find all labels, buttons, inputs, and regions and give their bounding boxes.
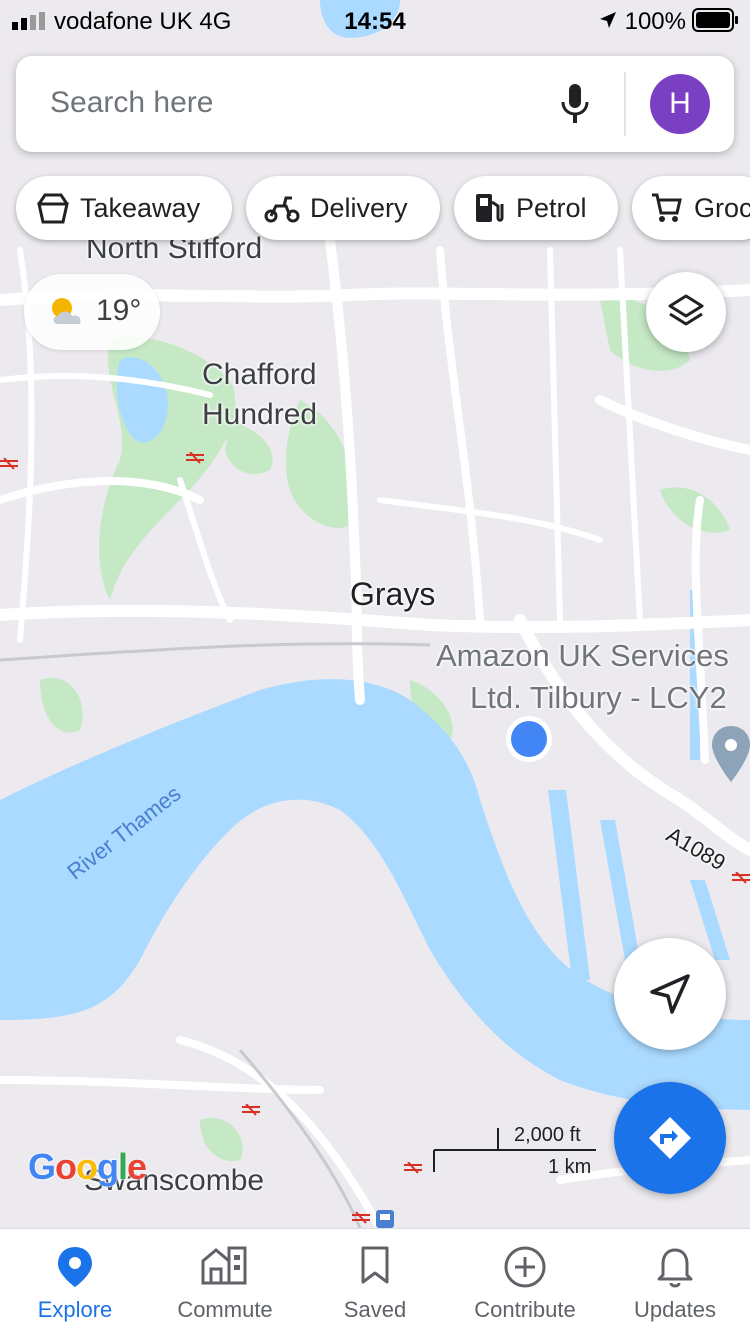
map-scale: 2,000 ft 1 km <box>432 1124 602 1178</box>
nav-commute[interactable]: Commute <box>150 1229 300 1334</box>
battery-icon <box>692 8 738 32</box>
map-label-chafford-line2[interactable]: Hundred <box>202 398 317 432</box>
rail-station-icon[interactable] <box>242 1104 262 1116</box>
chip-takeaway[interactable]: Takeaway <box>16 176 232 240</box>
nav-label: Commute <box>177 1297 273 1322</box>
chip-label: Takeaway <box>80 193 201 223</box>
nav-explore[interactable]: Explore <box>0 1229 150 1334</box>
map-label-amazon-line2[interactable]: Ltd. Tilbury - LCY2 <box>470 680 727 716</box>
petrol-icon <box>476 194 504 222</box>
search-bar[interactable]: Search here H <box>16 56 734 152</box>
takeaway-icon <box>37 193 69 224</box>
search-divider <box>624 72 626 136</box>
search-input[interactable]: Search here <box>50 86 213 120</box>
chip-label: Groc <box>694 193 750 223</box>
recenter-button[interactable] <box>614 938 726 1050</box>
scale-metric: 1 km <box>548 1156 592 1178</box>
nav-updates[interactable]: Updates <box>600 1229 750 1334</box>
nav-label: Saved <box>343 1297 407 1322</box>
add-circle-icon <box>504 1246 546 1288</box>
chip-delivery[interactable]: Delivery <box>246 176 440 240</box>
temperature: 19° <box>96 294 142 327</box>
directions-icon <box>649 1117 691 1159</box>
layers-icon <box>668 294 704 326</box>
rail-station-icon[interactable] <box>732 872 750 884</box>
google-logo: Google <box>28 1146 147 1187</box>
chip-label: Petrol <box>516 193 587 223</box>
nav-label: Contribute <box>474 1297 576 1322</box>
directions-button[interactable] <box>614 1082 726 1194</box>
location-arrow-icon <box>600 12 616 28</box>
train-station-icon[interactable] <box>352 1210 396 1228</box>
delivery-icon <box>264 196 300 223</box>
map-label-grays[interactable]: Grays <box>350 576 435 613</box>
navigation-arrow-icon <box>650 974 690 1014</box>
status-bar: vodafone UK 4G 14:54 100% <box>0 0 750 40</box>
bell-icon <box>657 1248 693 1288</box>
layers-button[interactable] <box>646 272 726 352</box>
place-pin-icon[interactable] <box>712 726 750 782</box>
bookmark-icon <box>361 1246 389 1284</box>
weather-chip[interactable]: 19° <box>24 274 160 350</box>
explore-pin-icon <box>58 1247 92 1287</box>
nav-contribute[interactable]: Contribute <box>450 1229 600 1334</box>
partly-cloudy-icon <box>52 298 81 324</box>
rail-station-icon[interactable] <box>0 458 20 470</box>
scale-imperial: 2,000 ft <box>514 1124 581 1146</box>
map-label-chafford-line1[interactable]: Chafford <box>202 358 317 392</box>
battery-percentage: 100% <box>624 8 686 35</box>
rail-station-icon[interactable] <box>404 1162 424 1174</box>
nav-label: Updates <box>634 1297 716 1322</box>
commute-icon <box>201 1246 247 1285</box>
chip-groceries[interactable]: Groc <box>632 176 750 240</box>
cart-icon <box>652 193 682 222</box>
account-avatar[interactable]: H <box>650 74 710 134</box>
rail-station-icon[interactable] <box>186 452 206 464</box>
chip-petrol[interactable]: Petrol <box>454 176 618 240</box>
microphone-icon[interactable] <box>560 84 590 124</box>
nav-label: Explore <box>37 1297 113 1322</box>
bottom-navigation: Explore Commute Saved Contribute Updates <box>0 1228 750 1334</box>
current-location-dot[interactable] <box>504 714 554 764</box>
chip-label: Delivery <box>310 193 408 223</box>
map-label-amazon-line1[interactable]: Amazon UK Services <box>436 638 729 674</box>
nav-saved[interactable]: Saved <box>300 1229 450 1334</box>
